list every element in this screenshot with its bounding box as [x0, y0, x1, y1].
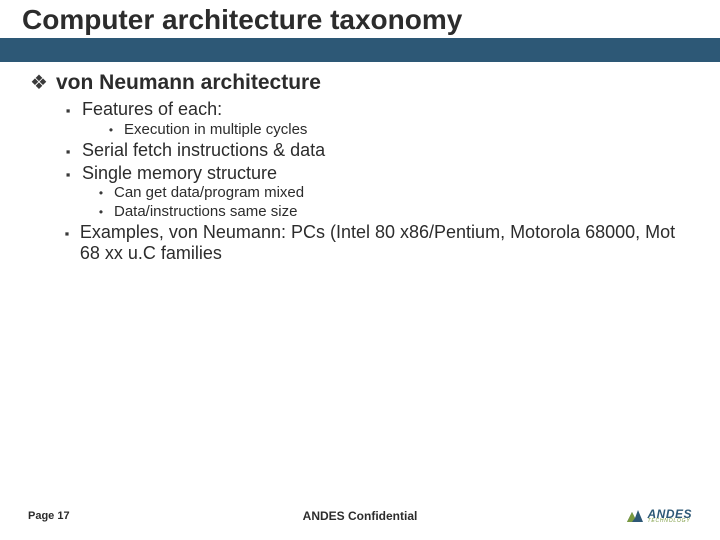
bullet-level2: ▪ Examples, von Neumann: PCs (Intel 80 x… — [30, 222, 690, 263]
page-number: Page 17 — [28, 510, 70, 522]
bullet-text: Can get data/program mixed — [114, 184, 304, 201]
square-bullet-icon: ▪ — [62, 103, 74, 118]
bullet-level3: • Data/instructions same size — [30, 203, 690, 220]
bullet-level3: • Can get data/program mixed — [30, 184, 690, 201]
dot-bullet-icon: • — [106, 123, 116, 137]
square-bullet-icon: ▪ — [62, 226, 72, 241]
slide-content: ❖ von Neumann architecture ▪ Features of… — [0, 62, 720, 263]
square-bullet-icon: ▪ — [62, 167, 74, 182]
diamond-bullet-icon: ❖ — [30, 70, 48, 95]
square-bullet-icon: ▪ — [62, 144, 74, 159]
bullet-text: Features of each: — [82, 99, 222, 120]
dot-bullet-icon: • — [96, 186, 106, 200]
header-band — [0, 38, 720, 62]
bullet-text: Examples, von Neumann: PCs (Intel 80 x86… — [80, 222, 690, 263]
bullet-text: Serial fetch instructions & data — [82, 140, 325, 161]
slide-title: Computer architecture taxonomy — [22, 4, 462, 36]
bullet-text: Single memory structure — [82, 163, 277, 184]
bullet-text: von Neumann architecture — [56, 71, 321, 95]
bullet-level3: • Execution in multiple cycles — [30, 121, 690, 138]
confidential-label: ANDES Confidential — [303, 509, 418, 523]
bullet-level1: ❖ von Neumann architecture — [30, 70, 690, 95]
bullet-level2: ▪ Serial fetch instructions & data — [30, 140, 690, 161]
dot-bullet-icon: • — [96, 205, 106, 219]
slide-footer: Page 17 ANDES Confidential ANDES TECHNOL… — [0, 500, 720, 540]
bullet-text: Data/instructions same size — [114, 203, 297, 220]
bullet-text: Execution in multiple cycles — [124, 121, 307, 138]
andes-logo-text: ANDES TECHNOLOGY — [647, 509, 692, 523]
bullet-level2: ▪ Features of each: — [30, 99, 690, 120]
logo-text-bot: TECHNOLOGY — [647, 519, 692, 523]
title-area: Computer architecture taxonomy — [0, 0, 720, 62]
andes-logo-icon — [625, 506, 645, 526]
bullet-level2: ▪ Single memory structure — [30, 163, 690, 184]
andes-logo: ANDES TECHNOLOGY — [625, 506, 692, 526]
